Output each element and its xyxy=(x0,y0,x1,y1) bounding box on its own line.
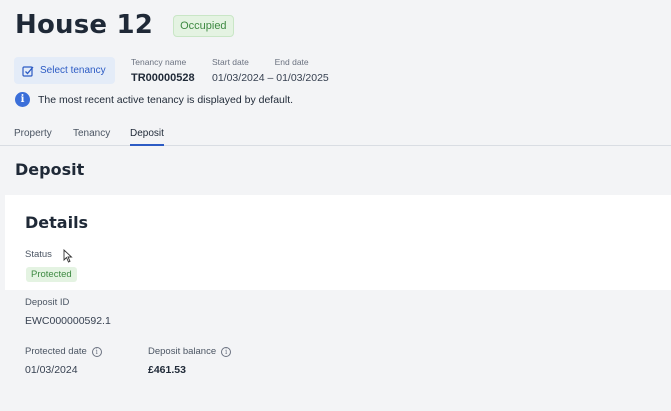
status-label: Status xyxy=(25,249,52,260)
tenancy-date-range: 01/03/2024 – 01/03/2025 xyxy=(212,72,329,84)
deposit-balance-info-icon[interactable]: i xyxy=(221,346,232,357)
tab-bar: Property Tenancy Deposit xyxy=(0,126,671,146)
tenancy-info-message: i The most recent active tenancy is disp… xyxy=(15,92,293,107)
tab-deposit[interactable]: Deposit xyxy=(130,128,164,146)
tenancy-name-value: TR00000528 xyxy=(131,72,195,84)
page-header: House 12 Occupied xyxy=(15,10,234,40)
mouse-pointer-icon xyxy=(63,249,73,263)
start-date-label: Start date xyxy=(212,57,249,67)
end-date-label: End date xyxy=(274,57,309,67)
protected-date-label-row: Protected date i xyxy=(25,346,102,357)
tab-property[interactable]: Property xyxy=(14,128,52,144)
edit-checkbox-icon xyxy=(22,65,34,77)
details-card-band xyxy=(5,290,671,411)
deposit-id-value: EWC000000592.1 xyxy=(25,315,111,327)
deposit-id-label: Deposit ID xyxy=(25,297,70,308)
protected-date-info-icon[interactable]: i xyxy=(91,346,102,357)
info-icon: i xyxy=(15,92,30,107)
protected-date-label: Protected date xyxy=(25,346,87,357)
deposit-balance-value: £461.53 xyxy=(148,364,186,376)
select-tenancy-label: Select tenancy xyxy=(40,65,106,76)
protected-date-value: 01/03/2024 xyxy=(25,364,78,376)
occupancy-status-badge: Occupied xyxy=(173,15,234,37)
tenancy-name-label: Tenancy name xyxy=(131,57,187,67)
tenancy-dates-block: Start date End date 01/03/2024 – 01/03/2… xyxy=(212,57,329,84)
info-message-text: The most recent active tenancy is displa… xyxy=(38,93,294,106)
tab-tenancy[interactable]: Tenancy xyxy=(73,128,110,144)
deposit-balance-label-row: Deposit balance i xyxy=(148,346,232,357)
section-title: Deposit xyxy=(15,160,85,179)
details-title: Details xyxy=(25,213,89,232)
deposit-balance-label: Deposit balance xyxy=(148,346,217,357)
deposit-status-badge: Protected xyxy=(26,267,77,282)
date-labels: Start date End date xyxy=(212,57,329,67)
select-tenancy-button[interactable]: Select tenancy xyxy=(14,57,115,84)
tenancy-name-block: Tenancy name TR00000528 xyxy=(131,57,195,84)
page-title: House 12 xyxy=(15,10,154,40)
